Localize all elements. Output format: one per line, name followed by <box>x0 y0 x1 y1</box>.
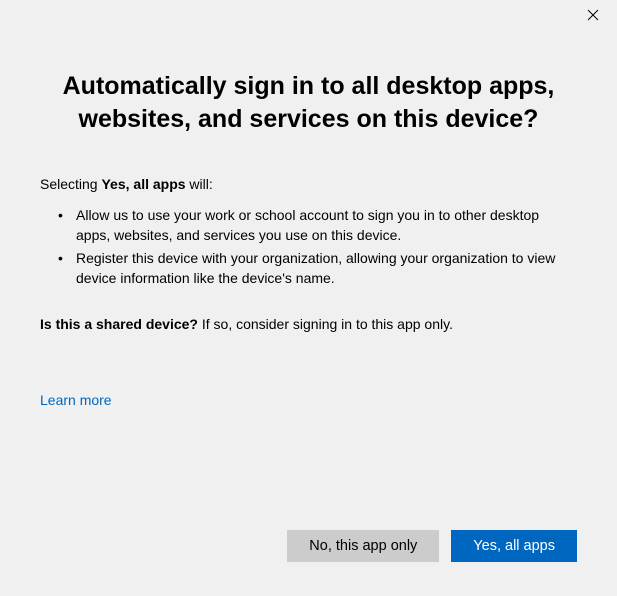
intro-text: Selecting Yes, all apps will: <box>40 176 577 192</box>
shared-rest: If so, consider signing in to this app o… <box>198 316 453 332</box>
shared-bold: Is this a shared device? <box>40 316 198 332</box>
yes-all-apps-button[interactable]: Yes, all apps <box>451 530 577 562</box>
close-button[interactable] <box>581 3 605 27</box>
intro-bold: Yes, all apps <box>101 176 185 192</box>
intro-prefix: Selecting <box>40 176 101 192</box>
titlebar <box>0 0 617 30</box>
shared-device-text: Is this a shared device? If so, consider… <box>40 316 577 332</box>
list-item: Allow us to use your work or school acco… <box>64 206 577 245</box>
bullet-list: Allow us to use your work or school acco… <box>40 206 577 288</box>
intro-suffix: will: <box>186 176 213 192</box>
dialog-footer: No, this app only Yes, all apps <box>287 530 577 562</box>
no-this-app-only-button[interactable]: No, this app only <box>287 530 439 562</box>
signin-dialog: Automatically sign in to all desktop app… <box>0 0 617 596</box>
list-item: Register this device with your organizat… <box>64 249 577 288</box>
dialog-content: Automatically sign in to all desktop app… <box>0 30 617 596</box>
learn-more-link[interactable]: Learn more <box>40 392 112 408</box>
dialog-heading: Automatically sign in to all desktop app… <box>40 70 577 136</box>
close-icon <box>587 9 599 21</box>
